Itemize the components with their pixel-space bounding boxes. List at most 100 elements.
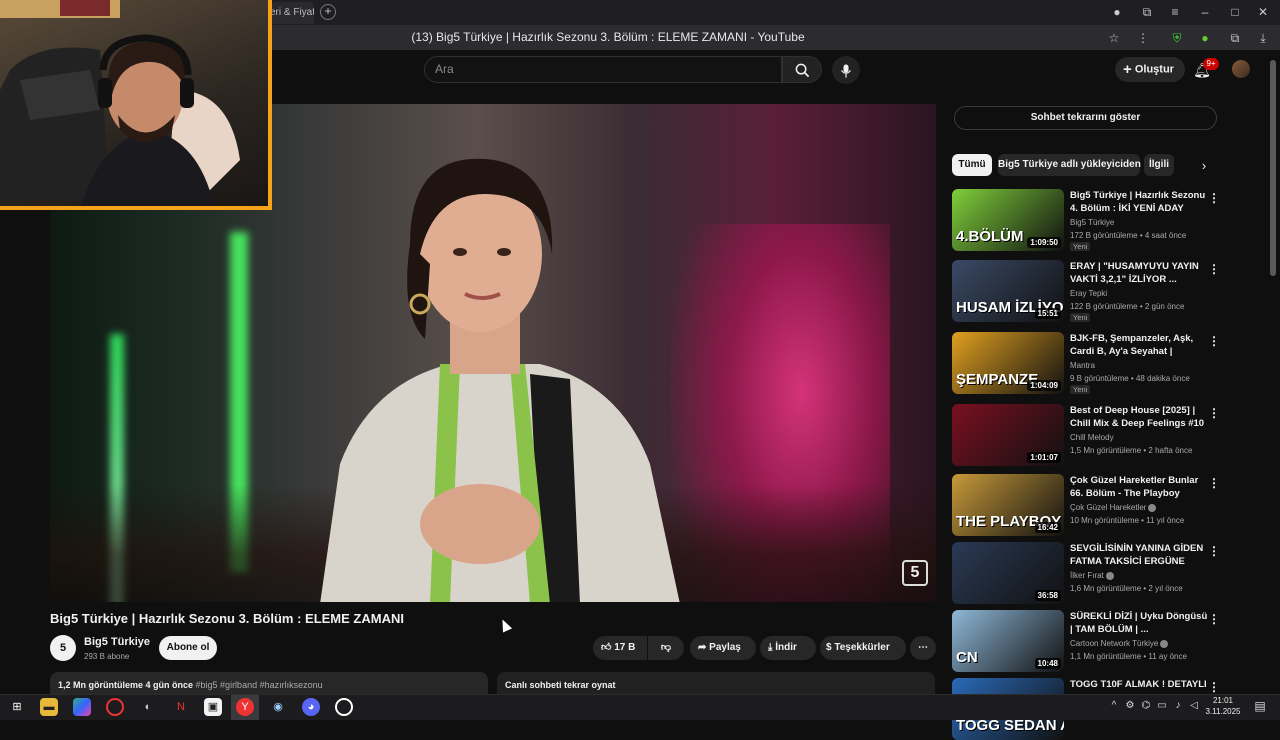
scrollbar[interactable] [1270,60,1276,276]
tray-app-icon[interactable]: ⚙ [1124,700,1136,711]
video-duration: 10:48 [1034,658,1061,669]
show-chat-replay-button[interactable]: Sohbet tekrarını göster [954,106,1217,130]
recommendation-channel[interactable]: Çok Güzel Hareketler [1070,503,1157,512]
more-vertical-icon[interactable]: ⋮ [1208,406,1220,420]
more-vertical-icon[interactable]: ⋮ [1208,544,1220,558]
close-icon[interactable]: ✕ [1254,3,1272,21]
recommendation-title[interactable]: Çok Güzel Hareketler Bunlar 66. Bölüm - … [1070,474,1208,500]
recommendation-title[interactable]: Big5 Türkiye | Hazırlık Sezonu 4. Bölüm … [1070,189,1208,215]
file-explorer-icon[interactable]: ▬ [40,698,58,716]
more-vertical-icon[interactable]: ⋮ [1208,262,1220,276]
channel-avatar[interactable]: 5 [50,635,76,661]
clock-time[interactable]: 21:01 [1206,696,1240,705]
video-thumbnail[interactable]: 4.BÖLÜM 1:09:50 [952,189,1064,251]
discord-icon[interactable]: ◕ [302,698,320,716]
description-box[interactable]: 1,2 Mn görüntüleme 4 gün önce #big5 #gir… [50,672,488,696]
new-tab-button[interactable]: + [320,4,336,20]
recommendation-item[interactable]: 36:58 SEVGİLİSİNİN YANINA GİDEN FATMA TAK… [952,542,1220,604]
chevron-right-icon[interactable]: › [1194,156,1214,176]
yandex-browser-icon[interactable]: Y [236,698,254,716]
opera-icon[interactable] [106,698,124,716]
subscribe-button[interactable]: Abone ol [159,636,217,660]
extension-shield-icon[interactable]: ⛨ [1168,29,1186,47]
collections-icon[interactable]: ⧉ [1138,3,1156,21]
chip-from-uploader[interactable]: Big5 Türkiye adlı yükleyiciden [998,154,1141,176]
video-thumbnail[interactable]: CN 10:48 [952,610,1064,672]
chip-all[interactable]: Tümü [952,154,992,176]
more-vertical-icon[interactable]: ⋮ [1208,334,1220,348]
video-thumbnail[interactable]: 1:01:07 [952,404,1064,466]
video-thumbnail[interactable]: THE PLAYBOY 16:42 [952,474,1064,536]
page-title[interactable]: (13) Big5 Türkiye | Hazırlık Sezonu 3. B… [278,25,938,50]
netflix-icon[interactable]: N [172,698,190,716]
profile-icon[interactable]: ● [1108,3,1126,21]
recommendation-item[interactable]: TOGG SEDAN ALMAK!TOGG T10F ALMAK ! DETAY… [952,678,1220,740]
thanks-button[interactable]: $ Teşekkürler [820,636,906,660]
voice-search-button[interactable] [832,56,860,84]
download-button[interactable]: ⤓ İndir [760,636,816,660]
chip-related[interactable]: İlgili [1144,154,1174,176]
recommendation-channel[interactable]: Eray Tepki [1070,289,1107,298]
mic-tray-icon[interactable]: ♪ [1172,700,1184,711]
more-options-icon[interactable]: ⋮ [1134,29,1152,47]
extension-circle-icon[interactable]: ● [1196,29,1214,47]
tabs-icon[interactable]: ⧉ [1226,29,1244,47]
video-thumbnail[interactable]: 36:58 [952,542,1064,604]
recommendation-channel[interactable]: Mantra [1070,361,1095,370]
app-icon[interactable]: ◐ [139,698,157,716]
recommendation-item[interactable]: HUSAM İZLİYOR 15:51 ERAY | "HUSAMYUYU YAYI… [952,260,1220,322]
more-vertical-icon[interactable]: ⋮ [1208,612,1220,626]
clock-date[interactable]: 3.11.2025 [1200,707,1246,716]
recommendation-title[interactable]: SEVGİLİSİNİN YANINA GİDEN FATMA TAKSİCİ … [1070,542,1208,568]
recommendation-title[interactable]: SÜREKLİ DİZİ | Uyku Döngüsü | TAM BÖLÜM … [1070,610,1208,636]
recommendation-item[interactable]: 1:01:07 Best of Deep House [2025] | Chill… [952,404,1220,466]
share-button[interactable]: ➦ Paylaş [690,636,756,660]
menu-icon[interactable]: ≡ [1166,3,1184,21]
recommendation-item[interactable]: CN 10:48 SÜREKLİ DİZİ | Uyku Döngüsü | TAM… [952,610,1220,672]
thanks-label: Teşekkürler [834,642,890,653]
create-button[interactable]: + Oluştur [1115,57,1185,82]
recommendation-item[interactable]: 4.BÖLÜM 1:09:50 Big5 Türkiye | Hazırlık Se… [952,189,1220,251]
recommendation-title[interactable]: TOGG T10F ALMAK ! DETAYLI [1070,678,1208,691]
obs-icon[interactable] [335,698,353,716]
chat-replay-header[interactable]: Canlı sohbeti tekrar oynat [497,672,935,696]
recommendation-stats: 172 B görüntüleme • 4 saat önce [1070,231,1187,240]
battery-icon[interactable]: ▭ [1156,700,1168,711]
store-icon[interactable]: ▣ [204,698,222,716]
recommendation-item[interactable]: THE PLAYBOY 16:42 Çok Güzel Hareketler Bun… [952,474,1220,536]
hashtags[interactable]: #big5 #girlband #hazırlıksezonu [196,680,323,690]
bookmark-icon[interactable]: ☆ [1105,29,1123,47]
more-vertical-icon[interactable]: ⋮ [1208,680,1220,694]
recommendation-title[interactable]: BJK-FB, Şempanzeler, Aşk, Cardi B, Ay'a … [1070,332,1208,358]
minimize-icon[interactable]: – [1196,3,1214,21]
recommendation-title[interactable]: ERAY | "HUSAMYUYU YAYIN VAKTİ 3,2,1" İZL… [1070,260,1208,286]
search-button[interactable] [782,56,822,83]
network-icon[interactable]: ⌬ [1140,700,1152,711]
more-vertical-icon[interactable]: ⋮ [1208,476,1220,490]
thumbs-down-icon: 👎︎ [660,642,672,653]
recommendation-title[interactable]: Best of Deep House [2025] | Chill Mix & … [1070,404,1208,430]
search-input[interactable]: Ara [424,56,782,83]
volume-icon[interactable]: ◁ [1188,700,1200,711]
recommendation-stats: 1,5 Mn görüntüleme • 2 hafta önce [1070,446,1193,455]
steam-icon[interactable]: ◉ [269,698,287,716]
recommendation-item[interactable]: ŞEMPANZE 1:04:09 BJK-FB, Şempanzeler, Aşk,… [952,332,1220,394]
recommendation-channel[interactable]: Cartoon Network Türkiye [1070,639,1169,648]
dislike-button[interactable]: 👎︎ [648,636,684,660]
like-button[interactable]: 👍︎ 17 B [593,636,647,660]
notification-center-icon[interactable]: ▤ [1254,699,1266,713]
copilot-icon[interactable] [73,698,91,716]
recommendation-channel[interactable]: İlker Fırat [1070,571,1114,580]
tray-chevron-icon[interactable]: ^ [1108,700,1120,711]
download-icon[interactable]: ⤓ [1254,29,1272,47]
maximize-icon[interactable]: □ [1226,3,1244,21]
recommendation-channel[interactable]: Big5 Türkiye [1070,218,1114,227]
channel-name[interactable]: Big5 Türkiye [84,636,150,648]
video-thumbnail[interactable]: ŞEMPANZE 1:04:09 [952,332,1064,394]
user-avatar[interactable] [1232,60,1250,78]
video-thumbnail[interactable]: HUSAM İZLİYOR 15:51 [952,260,1064,322]
more-vertical-icon[interactable]: ⋮ [1208,191,1220,205]
windows-start-icon[interactable]: ⊞ [8,698,26,716]
more-actions-button[interactable]: ⋯ [910,636,936,660]
recommendation-channel[interactable]: Chill Melody [1070,433,1114,442]
